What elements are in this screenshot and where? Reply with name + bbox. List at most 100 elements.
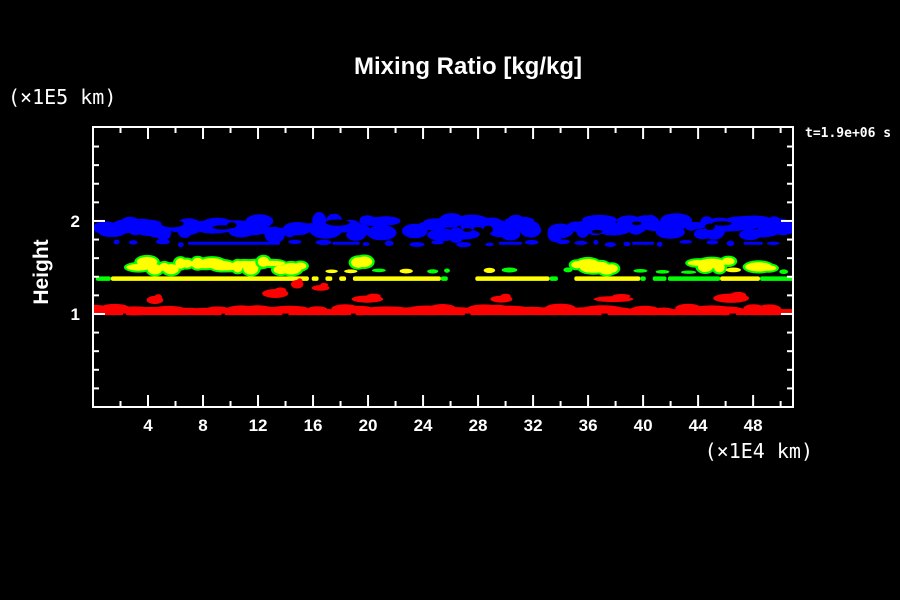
scatter-blob — [320, 283, 328, 287]
layer-red-scatter-blobs — [147, 278, 749, 304]
x-tick-label: 44 — [689, 416, 708, 435]
cloud-hole — [712, 221, 732, 225]
dot — [681, 271, 696, 274]
dot — [129, 240, 138, 244]
dot — [484, 268, 496, 273]
blob-core — [356, 257, 372, 268]
dot — [563, 267, 572, 272]
dot — [605, 242, 616, 247]
line-segment — [441, 276, 448, 281]
line-segment — [550, 276, 558, 281]
plot-window: Mixing Ratio [kg/kg] (×1E5 km) (×1E4 km)… — [0, 0, 900, 600]
blob-core — [258, 261, 285, 266]
dot — [767, 242, 780, 245]
x-tick-label: 12 — [249, 416, 268, 435]
cloud-blob — [246, 214, 274, 228]
dot — [656, 270, 670, 274]
blob-core — [181, 260, 193, 268]
scatter-blob — [613, 294, 631, 298]
cloud-blob — [371, 216, 401, 225]
dot — [727, 241, 735, 247]
dot — [156, 239, 170, 244]
blob-core — [761, 265, 776, 270]
dot — [726, 268, 741, 273]
dot — [431, 240, 444, 244]
x-tick-label: 20 — [359, 416, 378, 435]
x-tick-label: 28 — [469, 416, 488, 435]
dash — [332, 242, 360, 245]
dot — [444, 269, 450, 273]
line-lump — [545, 304, 576, 313]
line-segment — [353, 276, 441, 281]
dot — [525, 240, 539, 245]
scatter-blob — [297, 278, 303, 284]
cloud-blob — [520, 223, 541, 238]
cloud-hole — [592, 230, 603, 234]
line-segment — [653, 276, 667, 281]
cloud-hole — [463, 228, 473, 232]
dot — [363, 242, 370, 246]
dot — [657, 242, 663, 247]
dot — [400, 269, 413, 274]
cloud-hole — [161, 220, 184, 228]
dot — [485, 243, 494, 247]
blob-core — [294, 263, 306, 270]
y-tick-label: 1 — [71, 305, 80, 324]
blob-core — [606, 264, 618, 273]
line-segment — [574, 276, 640, 281]
line-segment — [475, 276, 549, 281]
layer-mid-yellow-cloud-blobs — [124, 254, 779, 276]
layer-blue-thin-streaks — [188, 242, 763, 245]
dot — [385, 241, 394, 246]
dot — [502, 268, 518, 273]
blob-core — [722, 258, 735, 265]
line-lump — [602, 307, 634, 314]
line-lump — [294, 307, 310, 314]
line-notch — [465, 314, 471, 317]
y-axis-title: Height — [30, 239, 53, 304]
dot — [456, 242, 471, 247]
dot — [633, 269, 647, 273]
blob-core — [714, 263, 725, 272]
cloud-blob — [367, 225, 397, 240]
dot — [344, 269, 357, 273]
layer-upper-blue-cloud-band — [93, 212, 796, 243]
data-layers — [77, 212, 796, 317]
time-label: t=1.9e+06 s — [805, 126, 891, 141]
scatter-blob — [155, 294, 162, 300]
line-notch — [351, 314, 356, 317]
cloud-blob — [769, 221, 796, 236]
y-tick-label: 2 — [71, 212, 80, 231]
line-segment — [668, 276, 720, 281]
line-segment — [339, 276, 346, 281]
dot — [410, 242, 425, 247]
chart-title: Mixing Ratio [kg/kg] — [354, 53, 582, 80]
dash — [744, 242, 763, 245]
dot — [178, 242, 184, 247]
scatter-blob — [501, 294, 511, 299]
x-tick-label: 36 — [579, 416, 598, 435]
dot — [372, 269, 386, 273]
cloud-blob — [444, 229, 480, 240]
cloud-hole — [483, 226, 493, 234]
line-segment — [720, 276, 760, 281]
dot — [288, 240, 301, 244]
line-lump — [654, 308, 674, 314]
dot — [114, 240, 120, 245]
axes-frame: 481216202428323640444812 — [71, 127, 793, 435]
cloud-hole — [326, 220, 350, 226]
x-tick-label: 16 — [304, 416, 323, 435]
dot — [679, 240, 692, 244]
line-notch — [730, 314, 737, 317]
line-segment — [111, 276, 309, 281]
x-units-label: (×1E4 km) — [705, 439, 813, 463]
dash — [632, 242, 654, 245]
scatter-blob — [367, 294, 381, 299]
line-lump — [308, 306, 328, 312]
layer-red-surface-line — [77, 304, 793, 317]
x-tick-label: 32 — [524, 416, 543, 435]
dot — [325, 270, 337, 274]
dash — [188, 242, 280, 245]
line-segment — [325, 276, 332, 281]
line-segment — [640, 276, 646, 281]
